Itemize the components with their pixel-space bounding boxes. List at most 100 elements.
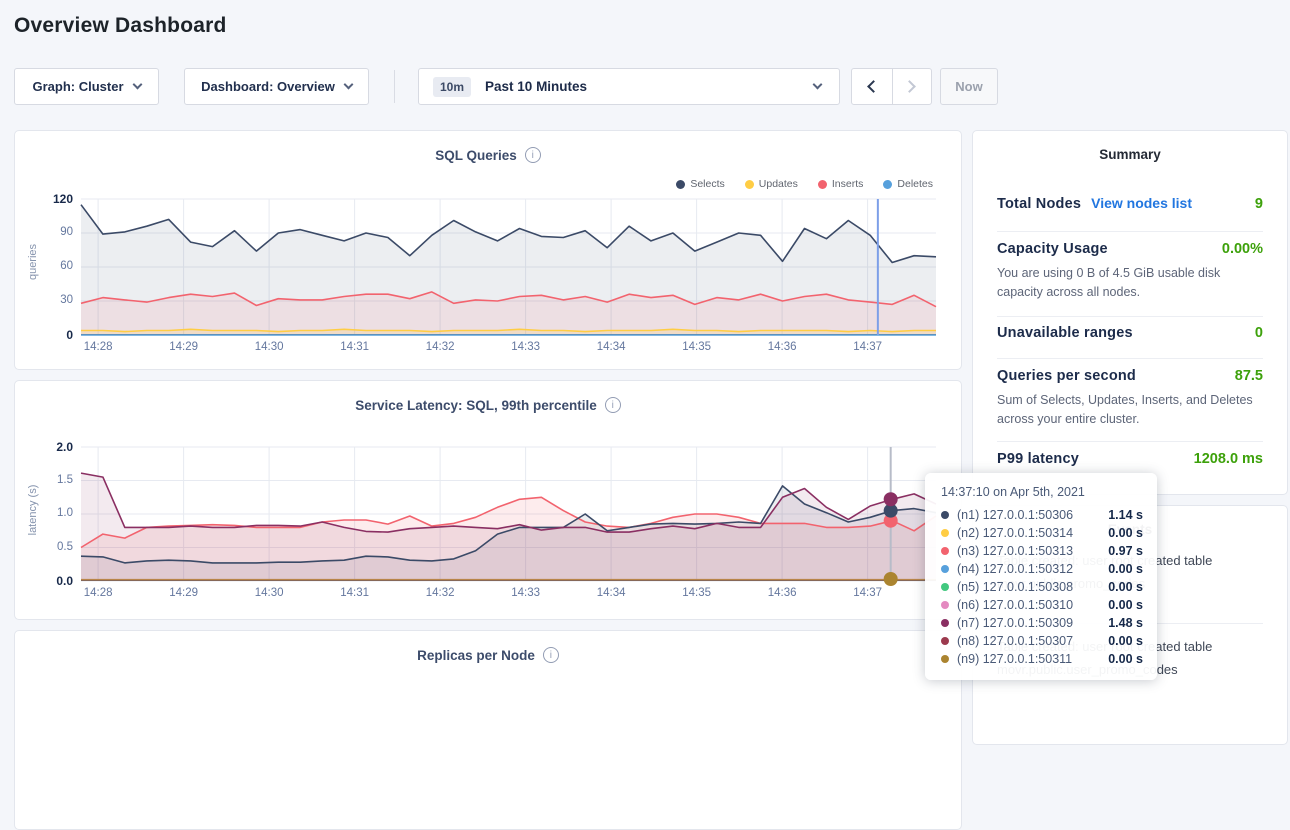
total-nodes-label: Total Nodes — [997, 196, 1081, 212]
prev-range-button[interactable] — [852, 69, 892, 104]
node-latency-value: 0.97 s — [1108, 544, 1143, 558]
sql-queries-chart[interactable] — [81, 199, 936, 335]
chart-title: Service Latency: SQL, 99th percentile — [355, 398, 597, 413]
view-nodes-list-link[interactable]: View nodes list — [1091, 195, 1192, 211]
legend-item-deletes[interactable]: Deletes — [883, 178, 933, 190]
tooltip-row: (n4) 127.0.0.1:503120.00 s — [941, 560, 1143, 578]
p99-latency-row: P99 latency 1208.0 ms — [997, 451, 1263, 467]
y-tick: 1.5 — [57, 474, 73, 486]
x-tick: 14:32 — [418, 341, 462, 353]
p99-latency-label: P99 latency — [997, 451, 1079, 467]
node-address: (n3) 127.0.0.1:50313 — [957, 544, 1073, 558]
qps-subtext: Sum of Selects, Updates, Inserts, and De… — [997, 391, 1263, 430]
tooltip-row: (n2) 127.0.0.1:503140.00 s — [941, 524, 1143, 542]
info-icon[interactable]: i — [543, 647, 559, 663]
y-axis-ticks: 0306090120 — [29, 199, 73, 335]
tooltip-row: (n3) 127.0.0.1:50313 0.97 s — [941, 542, 1143, 560]
y-tick: 90 — [60, 226, 73, 238]
chart-title: SQL Queries — [435, 148, 517, 163]
chevron-down-icon — [813, 80, 823, 90]
service-latency-chart[interactable] — [81, 447, 936, 581]
node-color-dot — [941, 583, 949, 591]
time-range-picker[interactable]: 10m Past 10 Minutes — [418, 68, 840, 105]
p99-latency-value: 1208.0 ms — [1194, 451, 1263, 467]
dashboard-dropdown[interactable]: Dashboard: Overview — [184, 68, 369, 105]
x-tick: 14:36 — [760, 587, 804, 599]
time-range-badge: 10m — [433, 77, 471, 97]
capacity-usage-row: Capacity Usage 0.00% — [997, 241, 1263, 257]
legend-label: Updates — [759, 178, 798, 190]
node-address: (n4) 127.0.0.1:50312 — [957, 562, 1073, 576]
legend-dot — [676, 180, 685, 189]
chart-title: Replicas per Node — [417, 648, 535, 663]
page-title: Overview Dashboard — [14, 14, 227, 38]
next-range-button[interactable] — [892, 69, 932, 104]
now-button[interactable]: Now — [940, 68, 998, 105]
sql-queries-title-row: SQL Queries i — [15, 147, 961, 163]
sql-queries-panel: SQL Queries i Selects Updates Inserts Delet… — [14, 130, 962, 370]
node-address: (n6) 127.0.0.1:50310 — [957, 598, 1073, 612]
legend-label: Deletes — [897, 178, 933, 190]
node-address: (n1) 127.0.0.1:50306 — [957, 508, 1073, 522]
replicas-per-node-panel: Replicas per Node i — [14, 630, 962, 830]
legend-item-selects[interactable]: Selects — [676, 178, 724, 190]
chevron-left-icon — [867, 80, 880, 93]
node-latency-value: 0.00 s — [1108, 526, 1143, 540]
tooltip-row: (n8) 127.0.0.1:503070.00 s — [941, 632, 1143, 650]
legend-dot — [745, 180, 754, 189]
tooltip-timestamp: 14:37:10 on Apr 5th, 2021 — [941, 485, 1143, 499]
x-tick: 14:33 — [504, 587, 548, 599]
graph-dropdown[interactable]: Graph: Cluster — [14, 68, 159, 105]
chevron-down-icon — [132, 80, 142, 90]
y-tick: 120 — [53, 192, 73, 206]
x-tick: 14:31 — [333, 341, 377, 353]
x-tick: 14:30 — [247, 587, 291, 599]
x-tick: 14:34 — [589, 587, 633, 599]
x-tick: 14:35 — [675, 587, 719, 599]
x-axis-ticks: 14:2814:2914:3014:3114:3214:3314:3414:35… — [81, 341, 936, 357]
chevron-right-icon — [903, 80, 916, 93]
tooltip-row: (n5) 127.0.0.1:50308 0.00 s — [941, 578, 1143, 596]
tooltip-rows: (n1) 127.0.0.1:50306 1.14 s (n2) 127.0.0.1… — [941, 506, 1143, 668]
x-tick: 14:29 — [162, 341, 206, 353]
node-latency-value: 0.00 s — [1108, 580, 1143, 594]
divider — [997, 441, 1263, 442]
time-step-buttons — [851, 68, 932, 105]
qps-label: Queries per second — [997, 368, 1136, 384]
legend-item-updates[interactable]: Updates — [745, 178, 798, 190]
x-tick: 14:31 — [333, 587, 377, 599]
y-axis-ticks: 0.00.51.01.52.0 — [29, 447, 73, 581]
node-address: (n9) 127.0.0.1:50311 — [957, 652, 1072, 666]
legend-item-inserts[interactable]: Inserts — [818, 178, 864, 190]
x-tick: 14:37 — [846, 587, 890, 599]
unavailable-ranges-value: 0 — [1255, 325, 1263, 341]
node-address: (n5) 127.0.0.1:50308 — [957, 580, 1073, 594]
tooltip-row: (n7) 127.0.0.1:503091.48 s — [941, 614, 1143, 632]
node-latency-value: 1.14 s — [1108, 508, 1143, 522]
info-icon[interactable]: i — [525, 147, 541, 163]
divider — [997, 231, 1263, 232]
graph-dropdown-label: Graph: Cluster — [32, 79, 123, 94]
node-color-dot — [941, 637, 949, 645]
tooltip-row: (n6) 127.0.0.1:503100.00 s — [941, 596, 1143, 614]
summary-panel: Summary Total Nodes View nodes list 9 Ca… — [972, 130, 1288, 495]
x-tick: 14:34 — [589, 341, 633, 353]
x-tick: 14:29 — [162, 587, 206, 599]
node-color-dot — [941, 619, 949, 627]
legend-dot — [883, 180, 892, 189]
x-axis-ticks: 14:2814:2914:3014:3114:3214:3314:3414:35… — [81, 587, 936, 603]
x-tick: 14:32 — [418, 587, 462, 599]
service-latency-title-row: Service Latency: SQL, 99th percentile i — [15, 397, 961, 413]
unavailable-ranges-row: Unavailable ranges 0 — [997, 325, 1263, 341]
dashboard-dropdown-label: Dashboard: Overview — [201, 79, 335, 94]
node-address: (n7) 127.0.0.1:50309 — [957, 616, 1073, 630]
node-color-dot — [941, 547, 949, 555]
capacity-usage-subtext: You are using 0 B of 4.5 GiB usable disk… — [997, 264, 1263, 303]
node-color-dot — [941, 655, 949, 663]
info-icon[interactable]: i — [605, 397, 621, 413]
unavailable-ranges-label: Unavailable ranges — [997, 325, 1133, 341]
toolbar-divider — [394, 70, 395, 103]
summary-title: Summary — [973, 131, 1287, 162]
y-tick: 30 — [60, 294, 73, 306]
qps-row: Queries per second 87.5 — [997, 368, 1263, 384]
